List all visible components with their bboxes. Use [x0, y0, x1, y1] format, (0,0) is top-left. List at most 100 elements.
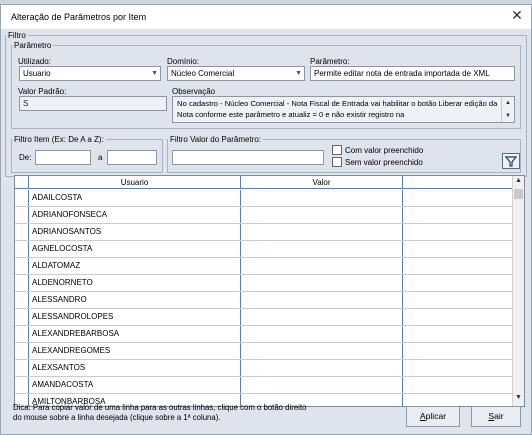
- parametro-field[interactable]: Permite editar nota de entrada importada…: [310, 66, 515, 81]
- valor-cell[interactable]: [241, 241, 403, 257]
- valor-cell[interactable]: [241, 343, 403, 359]
- filtro-legend: Filtro: [8, 31, 26, 40]
- utilizado-value: Usuario: [23, 69, 51, 78]
- table-row[interactable]: ADRIANOSANTOS: [15, 224, 512, 241]
- filler-cell: [403, 275, 512, 291]
- valor-cell[interactable]: [241, 190, 403, 206]
- sem-valor-checkbox[interactable]: [332, 157, 342, 167]
- table-row[interactable]: AMANDACOSTA: [15, 377, 512, 394]
- usuario-cell[interactable]: AGNELOCOSTA: [29, 241, 241, 257]
- title-bar: Alteração de Parâmetros por Item ✕: [1, 5, 531, 29]
- filtro-valor-legend: Filtro Valor do Parâmetro:: [170, 135, 261, 144]
- scroll-up-icon[interactable]: ▲: [513, 177, 524, 184]
- usuario-cell[interactable]: ADRIANOSANTOS: [29, 224, 241, 240]
- usuario-cell[interactable]: ALDENORNETO: [29, 275, 241, 291]
- dominio-select[interactable]: Núcleo Comercial ▼: [167, 66, 305, 81]
- aplicar-label: plicar: [425, 411, 447, 421]
- sair-label: air: [494, 411, 504, 421]
- row-selector[interactable]: [15, 326, 29, 342]
- row-selector[interactable]: [15, 258, 29, 274]
- parameter-grid: Usuario Valor ADAILCOSTA ADRIANOFONSECA AD…: [14, 175, 525, 407]
- valor-cell[interactable]: [241, 258, 403, 274]
- filler-cell: [403, 343, 512, 359]
- dialog-window: Alteração de Parâmetros por Item ✕ Filtr…: [0, 4, 532, 435]
- table-row[interactable]: AGNELOCOSTA: [15, 241, 512, 258]
- filler-cell: [403, 224, 512, 240]
- usuario-cell[interactable]: ALEXANDREBARBOSA: [29, 326, 241, 342]
- usuario-cell[interactable]: ALESSANDROLOPES: [29, 309, 241, 325]
- valor-cell[interactable]: [241, 292, 403, 308]
- scroll-up-icon[interactable]: ▲: [502, 97, 514, 110]
- window-title: Alteração de Parâmetros por Item: [11, 12, 147, 22]
- table-row[interactable]: ALEXANDREBARBOSA: [15, 326, 512, 343]
- table-row[interactable]: ADRIANOFONSECA: [15, 207, 512, 224]
- usuario-cell[interactable]: ADAILCOSTA: [29, 190, 241, 206]
- observacao-scrollbar[interactable]: ▲ ▼: [501, 97, 514, 122]
- row-selector[interactable]: [15, 207, 29, 223]
- filtro-valor-input[interactable]: [172, 150, 324, 165]
- filter-icon: [504, 156, 518, 167]
- aplicar-button[interactable]: Aplicar: [406, 406, 460, 427]
- usuario-cell[interactable]: AMANDACOSTA: [29, 377, 241, 393]
- hint-text: Dica: Para copiar valor de uma linha par…: [13, 403, 307, 422]
- chevron-down-icon: ▼: [151, 70, 158, 77]
- filler-cell: [403, 241, 512, 257]
- filler-cell: [403, 258, 512, 274]
- row-selector[interactable]: [15, 224, 29, 240]
- usuario-cell[interactable]: ADRIANOFONSECA: [29, 207, 241, 223]
- valor-cell[interactable]: [241, 377, 403, 393]
- filler-cell: [403, 309, 512, 325]
- filler-cell: [403, 377, 512, 393]
- valor-cell[interactable]: [241, 224, 403, 240]
- grid-scrollbar[interactable]: ▲ ▼: [512, 176, 524, 406]
- row-selector[interactable]: [15, 377, 29, 393]
- de-label: De:: [19, 153, 32, 162]
- table-row[interactable]: ADAILCOSTA: [15, 190, 512, 207]
- sair-button[interactable]: Sair: [471, 406, 521, 427]
- valor-padrao-value: S: [23, 99, 29, 108]
- row-selector[interactable]: [15, 309, 29, 325]
- column-header-usuario[interactable]: Usuario: [29, 176, 241, 189]
- observacao-label: Observação: [172, 87, 216, 96]
- utilizado-select[interactable]: Usuario ▼: [19, 66, 161, 81]
- usuario-cell[interactable]: ALDATOMAZ: [29, 258, 241, 274]
- row-selector[interactable]: [15, 275, 29, 291]
- table-row[interactable]: ALESSANDRO: [15, 292, 512, 309]
- usuario-cell[interactable]: ALEXANDREGOMES: [29, 343, 241, 359]
- a-input[interactable]: [107, 150, 157, 165]
- filter-button[interactable]: [502, 153, 520, 169]
- table-row[interactable]: ALEXANDREGOMES: [15, 343, 512, 360]
- column-header-valor[interactable]: Valor: [241, 176, 403, 189]
- scroll-down-icon[interactable]: ▼: [502, 110, 514, 122]
- row-selector[interactable]: [15, 292, 29, 308]
- parametro-legend: Parâmetro: [14, 41, 52, 50]
- row-selector[interactable]: [15, 360, 29, 376]
- de-input[interactable]: [35, 150, 91, 165]
- valor-cell[interactable]: [241, 207, 403, 223]
- scroll-down-icon[interactable]: ▼: [513, 394, 524, 401]
- parametro-value: Permite editar nota de entrada importada…: [314, 69, 490, 78]
- parametro-label: Parâmetro:: [310, 57, 350, 66]
- dominio-label: Domínio:: [167, 57, 200, 66]
- com-valor-checkbox[interactable]: [332, 145, 342, 155]
- valor-cell[interactable]: [241, 275, 403, 291]
- filler-cell: [403, 360, 512, 376]
- valor-cell[interactable]: [241, 309, 403, 325]
- valor-cell[interactable]: [241, 326, 403, 342]
- row-selector[interactable]: [15, 241, 29, 257]
- observacao-textarea[interactable]: No cadastro - Núcleo Comercial - Nota Fi…: [172, 96, 515, 123]
- close-icon[interactable]: ✕: [509, 8, 525, 24]
- table-row[interactable]: ALESSANDROLOPES: [15, 309, 512, 326]
- usuario-cell[interactable]: ALEXSANTOS: [29, 360, 241, 376]
- valor-padrao-label: Valor Padrão:: [18, 87, 67, 96]
- table-row[interactable]: ALDATOMAZ: [15, 258, 512, 275]
- row-selector[interactable]: [15, 190, 29, 206]
- scroll-thumb[interactable]: [514, 189, 523, 199]
- table-row[interactable]: ALEXSANTOS: [15, 360, 512, 377]
- row-selector[interactable]: [15, 343, 29, 359]
- valor-cell[interactable]: [241, 360, 403, 376]
- dialog-body: Filtro Parâmetro Utilizado: Usuario ▼ Do…: [1, 29, 531, 434]
- table-row[interactable]: ALDENORNETO: [15, 275, 512, 292]
- usuario-cell[interactable]: ALESSANDRO: [29, 292, 241, 308]
- filler-cell: [403, 292, 512, 308]
